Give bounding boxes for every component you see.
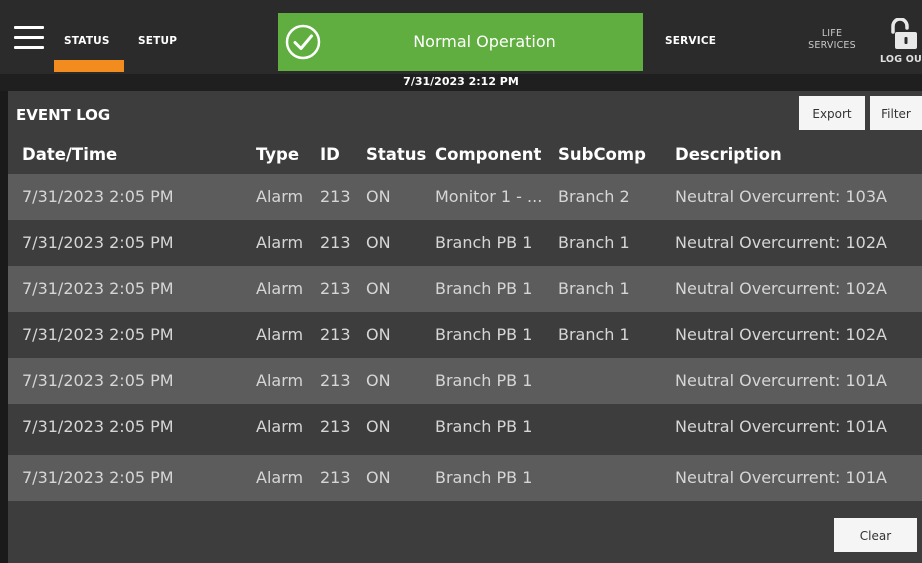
table-row[interactable]: 7/31/2023 2:05 PM Alarm 213 ON Branch PB… — [8, 404, 922, 450]
cell-description: Neutral Overcurrent: 101A — [675, 468, 887, 487]
cell-subcomp: Branch 1 — [558, 325, 630, 344]
cell-type: Alarm — [256, 371, 304, 390]
column-header-subcomp[interactable]: SubComp — [558, 145, 646, 164]
column-header-type[interactable]: Type — [256, 145, 299, 164]
cell-status: ON — [366, 233, 391, 252]
cell-component: Branch PB 1 — [435, 371, 533, 390]
nav-tab-service[interactable]: SERVICE — [665, 35, 716, 47]
filter-button[interactable]: Filter — [870, 96, 922, 130]
cell-id: 213 — [320, 371, 351, 390]
top-nav-bar: STATUS SETUP Normal Operation SERVICE LI… — [0, 0, 922, 74]
cell-datetime: 7/31/2023 2:05 PM — [22, 468, 174, 487]
operation-status-banner[interactable]: Normal Operation — [278, 13, 643, 71]
cell-status: ON — [366, 417, 391, 436]
cell-description: Neutral Overcurrent: 102A — [675, 325, 887, 344]
cell-status: ON — [366, 325, 391, 344]
cell-component: Branch PB 1 — [435, 325, 533, 344]
cell-description: Neutral Overcurrent: 101A — [675, 371, 887, 390]
cell-datetime: 7/31/2023 2:05 PM — [22, 187, 174, 206]
column-header-id[interactable]: ID — [320, 145, 340, 164]
cell-id: 213 — [320, 279, 351, 298]
table-row[interactable]: 7/31/2023 2:05 PM Alarm 213 ON Branch PB… — [8, 266, 922, 312]
cell-description: Neutral Overcurrent: 103A — [675, 187, 887, 206]
life-services-label-line1: LIFE — [821, 28, 843, 39]
table-row[interactable]: 7/31/2023 2:05 PM Alarm 213 ON Monitor 1… — [8, 174, 922, 220]
cell-description: Neutral Overcurrent: 102A — [675, 233, 887, 252]
table-row[interactable]: 7/31/2023 2:05 PM Alarm 213 ON Branch PB… — [8, 358, 922, 404]
column-header-status[interactable]: Status — [366, 145, 426, 164]
life-services-label-line2: SERVICES — [808, 40, 856, 51]
clear-button[interactable]: Clear — [834, 518, 917, 552]
operation-status-text: Normal Operation — [413, 32, 556, 51]
cell-status: ON — [366, 279, 391, 298]
cell-type: Alarm — [256, 417, 304, 436]
datetime-bar: 7/31/2023 2:12 PM — [0, 74, 922, 91]
cell-component: Monitor 1 - ... — [435, 187, 543, 206]
cell-type: Alarm — [256, 233, 304, 252]
cell-description: Neutral Overcurrent: 101A — [675, 417, 887, 436]
cell-subcomp: Branch 1 — [558, 279, 630, 298]
nav-tab-setup[interactable]: SETUP — [138, 35, 177, 47]
left-edge-strip — [0, 91, 8, 563]
cell-id: 213 — [320, 187, 351, 206]
table-row[interactable]: 7/31/2023 2:05 PM Alarm 213 ON Branch PB… — [8, 312, 922, 358]
cell-component: Branch PB 1 — [435, 468, 533, 487]
cell-subcomp: Branch 2 — [558, 187, 630, 206]
logout-button[interactable]: LOG OU — [880, 54, 922, 65]
cell-subcomp: Branch 1 — [558, 233, 630, 252]
cell-description: Neutral Overcurrent: 102A — [675, 279, 887, 298]
cell-component: Branch PB 1 — [435, 279, 533, 298]
cell-id: 213 — [320, 233, 351, 252]
cell-component: Branch PB 1 — [435, 417, 533, 436]
table-row[interactable]: 7/31/2023 2:05 PM Alarm 213 ON Branch PB… — [8, 455, 922, 501]
cell-id: 213 — [320, 417, 351, 436]
current-datetime: 7/31/2023 2:12 PM — [403, 75, 519, 88]
cell-datetime: 7/31/2023 2:05 PM — [22, 417, 174, 436]
cell-type: Alarm — [256, 325, 304, 344]
cell-datetime: 7/31/2023 2:05 PM — [22, 325, 174, 344]
cell-type: Alarm — [256, 279, 304, 298]
cell-id: 213 — [320, 325, 351, 344]
cell-datetime: 7/31/2023 2:05 PM — [22, 371, 174, 390]
cell-component: Branch PB 1 — [435, 233, 533, 252]
cell-datetime: 7/31/2023 2:05 PM — [22, 233, 174, 252]
page-title: EVENT LOG — [16, 106, 111, 124]
cell-status: ON — [366, 187, 391, 206]
table-row[interactable]: 7/31/2023 2:05 PM Alarm 213 ON Branch PB… — [8, 220, 922, 266]
column-header-description[interactable]: Description — [675, 145, 782, 164]
column-header-component[interactable]: Component — [435, 145, 541, 164]
unlocked-padlock-icon[interactable] — [889, 18, 917, 50]
cell-type: Alarm — [256, 187, 304, 206]
export-button[interactable]: Export — [799, 96, 865, 130]
cell-status: ON — [366, 468, 391, 487]
nav-tab-status[interactable]: STATUS — [64, 35, 110, 47]
cell-id: 213 — [320, 468, 351, 487]
nav-tab-life-services[interactable]: LIFE SERVICES — [800, 28, 864, 52]
active-tab-indicator — [54, 60, 124, 72]
column-header-datetime[interactable]: Date/Time — [22, 145, 117, 164]
cell-type: Alarm — [256, 468, 304, 487]
cell-datetime: 7/31/2023 2:05 PM — [22, 279, 174, 298]
cell-status: ON — [366, 371, 391, 390]
hamburger-menu-icon[interactable] — [14, 26, 44, 50]
